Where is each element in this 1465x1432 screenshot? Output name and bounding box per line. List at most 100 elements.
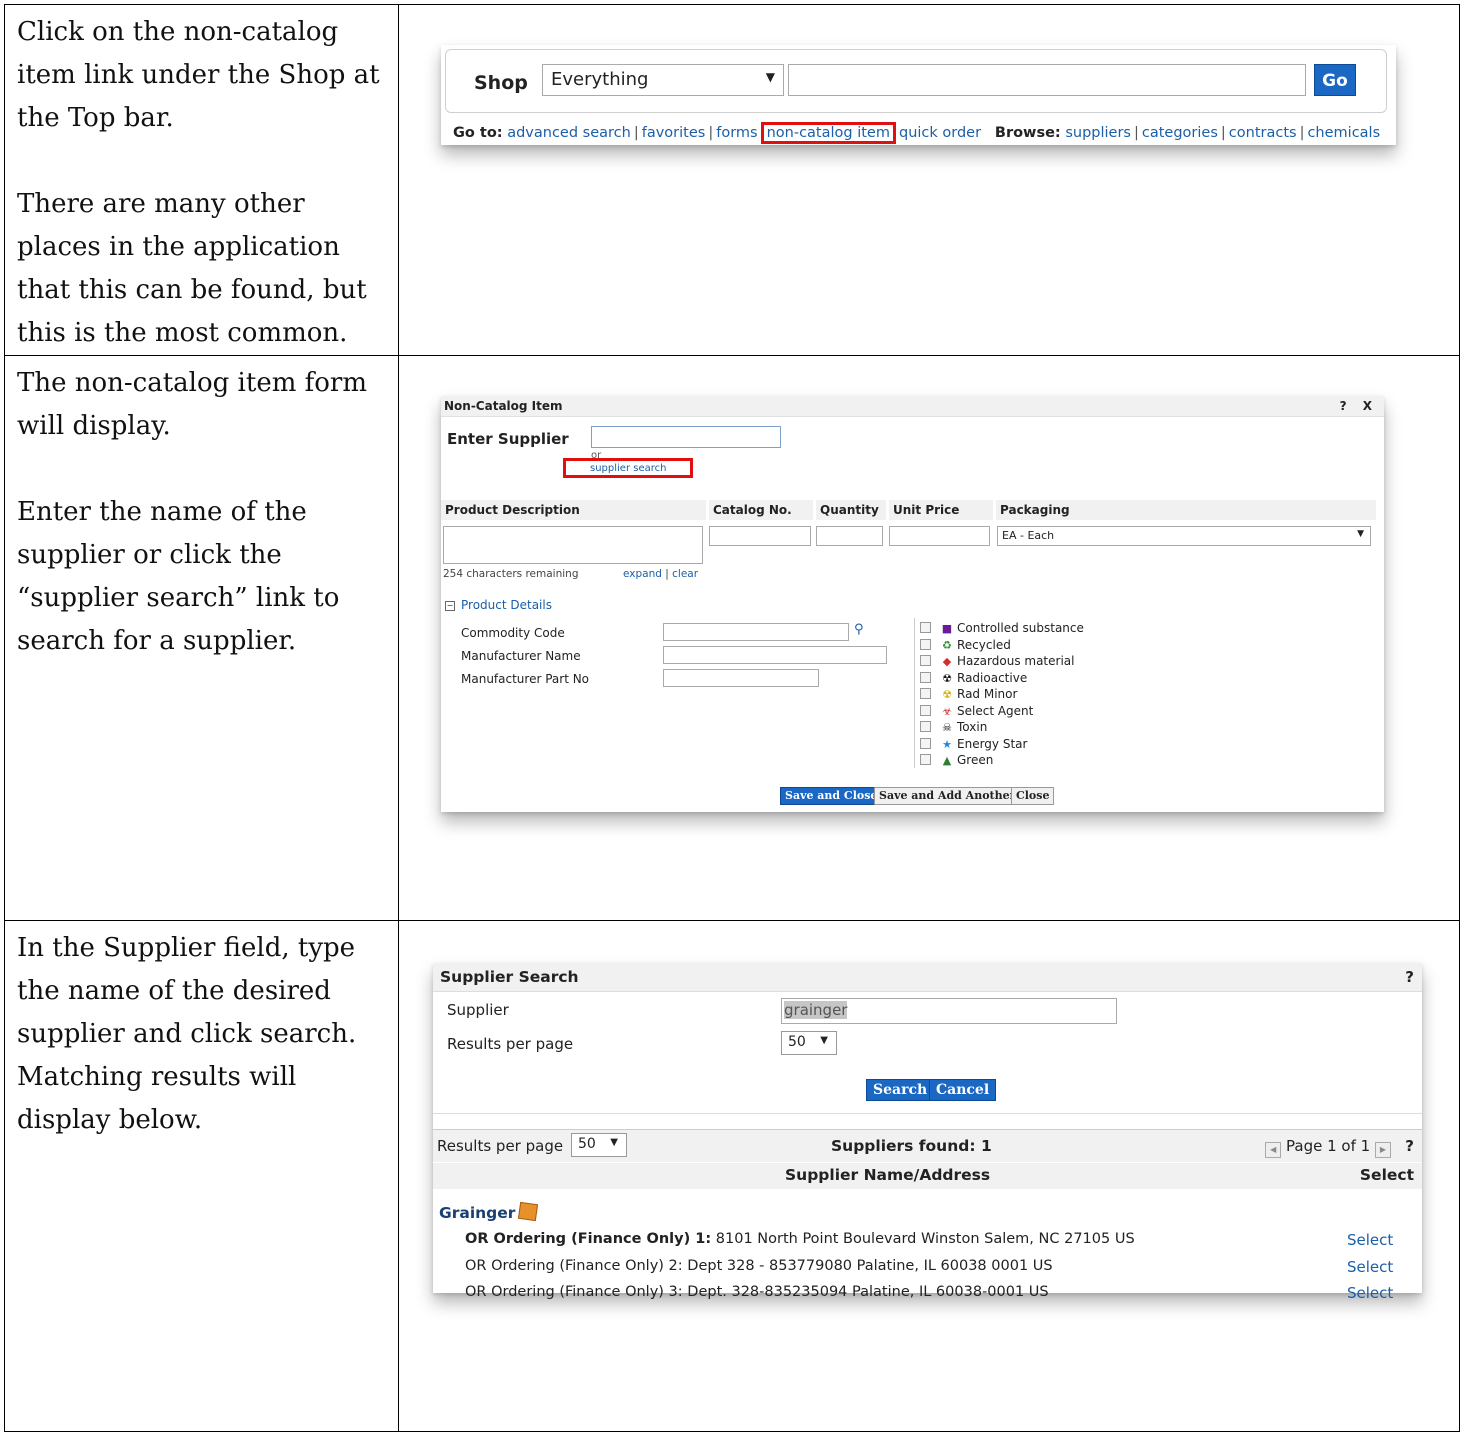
flag-checkbox[interactable] xyxy=(920,638,931,650)
commodity-code-input[interactable] xyxy=(663,623,849,641)
search-button[interactable]: Search xyxy=(866,1079,935,1101)
select-link[interactable]: Select xyxy=(1347,1231,1393,1249)
address-text: Dept. 328-835235094 Palatine, IL 60038-0… xyxy=(682,1284,1049,1300)
supplier-search-titlebar: Supplier Search ? xyxy=(433,963,1422,992)
help-icon[interactable]: ? xyxy=(1405,1137,1414,1155)
shop-bar-screenshot: Shop Everything ▼ Go Go to: advanced sea… xyxy=(441,45,1396,145)
shop-scope-select[interactable]: Everything ▼ xyxy=(542,64,784,96)
save-and-close-button[interactable]: Save and Close xyxy=(780,787,883,805)
rad-minor-icon: ☢ xyxy=(942,688,952,701)
help-icon[interactable]: ? xyxy=(1340,399,1353,413)
step-2-text: The non-catalog item form will display. … xyxy=(4,355,399,921)
step-1-text: Click on the non-catalog item link under… xyxy=(4,4,399,356)
quantity-input[interactable] xyxy=(816,526,883,546)
flag-label: Toxin xyxy=(957,720,988,734)
manufacturer-part-no-label: Manufacturer Part No xyxy=(461,672,590,686)
search-icon[interactable]: ⚲ xyxy=(854,622,864,637)
flag-row: ☢ Rad Minor xyxy=(920,686,1017,702)
chemicals-link[interactable]: chemicals xyxy=(1307,125,1380,141)
go-button[interactable]: Go xyxy=(1314,64,1356,96)
col-supplier-name-address: Supplier Name/Address xyxy=(785,1166,991,1184)
contracts-link[interactable]: contracts xyxy=(1229,125,1297,141)
cancel-button[interactable]: Cancel xyxy=(929,1079,997,1101)
categories-link[interactable]: categories xyxy=(1142,125,1218,141)
results-per-page-label: Results per page xyxy=(447,1035,574,1053)
flag-label: Controlled substance xyxy=(957,621,1084,635)
prev-page-icon[interactable]: ◀ xyxy=(1265,1142,1282,1158)
step-3-text: In the Supplier field, type the name of … xyxy=(4,920,399,1432)
flag-checkbox[interactable] xyxy=(920,655,931,666)
supplier-input[interactable]: grainger xyxy=(781,998,1117,1024)
non-catalog-item-link[interactable]: non-catalog item xyxy=(760,122,896,144)
favorites-link[interactable]: favorites xyxy=(642,125,706,141)
step-2-paragraph-1: The non-catalog item form will display. xyxy=(17,368,367,441)
catalog-no-input[interactable] xyxy=(709,526,811,546)
flag-checkbox[interactable] xyxy=(920,754,931,765)
clear-link[interactable]: clear xyxy=(672,568,698,580)
flag-row: ▲ Green xyxy=(920,752,993,768)
flag-label: Green xyxy=(957,753,994,767)
tree-icon: ▲ xyxy=(942,754,952,767)
flag-row: ◆ Hazardous material xyxy=(920,653,1074,669)
select-link[interactable]: Select xyxy=(1347,1284,1393,1302)
suppliers-link[interactable]: suppliers xyxy=(1065,125,1131,141)
supplier-name-text[interactable]: Grainger xyxy=(439,1204,515,1222)
step-1-paragraph-2: There are many other places in the appli… xyxy=(17,189,367,348)
advanced-search-link[interactable]: advanced search xyxy=(507,125,631,141)
select-link[interactable]: Select xyxy=(1347,1258,1393,1276)
next-page-icon[interactable]: ▶ xyxy=(1374,1142,1391,1158)
manufacturer-part-no-input[interactable] xyxy=(663,669,819,687)
forms-link[interactable]: forms xyxy=(716,125,757,141)
supplier-search-screenshot: Supplier Search ? Supplier grainger Resu… xyxy=(433,963,1422,1302)
close-icon[interactable]: X xyxy=(1363,399,1378,413)
step-2-screenshot-cell: Non-Catalog Item ? X Enter Supplier or s… xyxy=(398,355,1460,921)
step-1-screenshot-cell: Shop Everything ▼ Go Go to: advanced sea… xyxy=(398,4,1460,356)
col-catalog-no: Catalog No. xyxy=(709,500,813,520)
flag-checkbox[interactable] xyxy=(920,671,931,683)
address-prefix: OR Ordering (Finance Only) 2: xyxy=(465,1257,683,1274)
product-description-textarea[interactable] xyxy=(443,526,703,564)
rpp-value: 50 xyxy=(788,1034,806,1050)
flag-checkbox[interactable] xyxy=(920,688,931,699)
supplier-address-row: OR Ordering (Finance Only) 2: Dept 328 -… xyxy=(465,1258,1053,1274)
unit-price-input[interactable] xyxy=(889,526,990,546)
supplier-search-link[interactable]: supplier search xyxy=(563,458,693,478)
dropdown-arrow-icon: ▼ xyxy=(610,1137,618,1148)
supplier-search-title: Supplier Search xyxy=(440,968,579,986)
quick-order-link[interactable]: quick order xyxy=(899,125,981,141)
supplier-address-row: OR Ordering (Finance Only) 1: 8101 North… xyxy=(465,1231,1135,1247)
close-button[interactable]: Close xyxy=(1011,787,1055,805)
results-header: Supplier Name/Address Select xyxy=(433,1163,1422,1189)
expand-link[interactable]: expand xyxy=(623,568,662,580)
save-and-add-another-button[interactable]: Save and Add Another xyxy=(874,787,1021,805)
non-catalog-title: Non-Catalog Item xyxy=(444,399,563,413)
flag-checkbox[interactable] xyxy=(920,704,931,716)
address-prefix: OR Ordering (Finance Only) 3: xyxy=(465,1284,683,1300)
radioactive-icon: ☢ xyxy=(942,671,952,685)
page-indicator: Page 1 of 1 xyxy=(1286,1137,1371,1155)
help-icon[interactable]: ? xyxy=(1405,968,1414,986)
flag-label: Recycled xyxy=(957,637,1011,652)
product-details-toggle[interactable]: − Product Details xyxy=(445,598,552,612)
results-rpp-label: Results per page xyxy=(437,1137,564,1155)
step-3-paragraph-1: In the Supplier field, type the name of … xyxy=(17,933,357,1135)
hazard-diamond-icon: ◆ xyxy=(942,655,952,668)
flag-label: Energy Star xyxy=(957,736,1028,751)
address-prefix: OR Ordering (Finance Only) 1: xyxy=(465,1231,712,1247)
packaging-select[interactable]: EA - Each ▼ xyxy=(997,526,1371,546)
flag-checkbox[interactable] xyxy=(920,721,931,732)
dropdown-arrow-icon: ▼ xyxy=(1357,529,1364,539)
flag-checkbox[interactable] xyxy=(920,622,931,633)
step-1-paragraph-1: Click on the non-catalog item link under… xyxy=(17,17,380,133)
results-rpp-select[interactable]: 50 ▼ xyxy=(571,1133,627,1157)
packaging-value: EA - Each xyxy=(1002,529,1055,542)
col-quantity: Quantity xyxy=(816,500,886,520)
flag-row: ■ Controlled substance xyxy=(920,620,1084,636)
manufacturer-name-input[interactable] xyxy=(663,646,887,664)
shop-search-input[interactable] xyxy=(788,64,1306,96)
flag-checkbox[interactable] xyxy=(920,737,931,749)
address-text: Dept 328 - 853779080 Palatine, IL 60038 … xyxy=(682,1257,1053,1274)
supplier-input[interactable] xyxy=(591,426,781,448)
skull-icon: ☠ xyxy=(942,721,952,734)
results-per-page-select[interactable]: 50 ▼ xyxy=(781,1031,837,1055)
